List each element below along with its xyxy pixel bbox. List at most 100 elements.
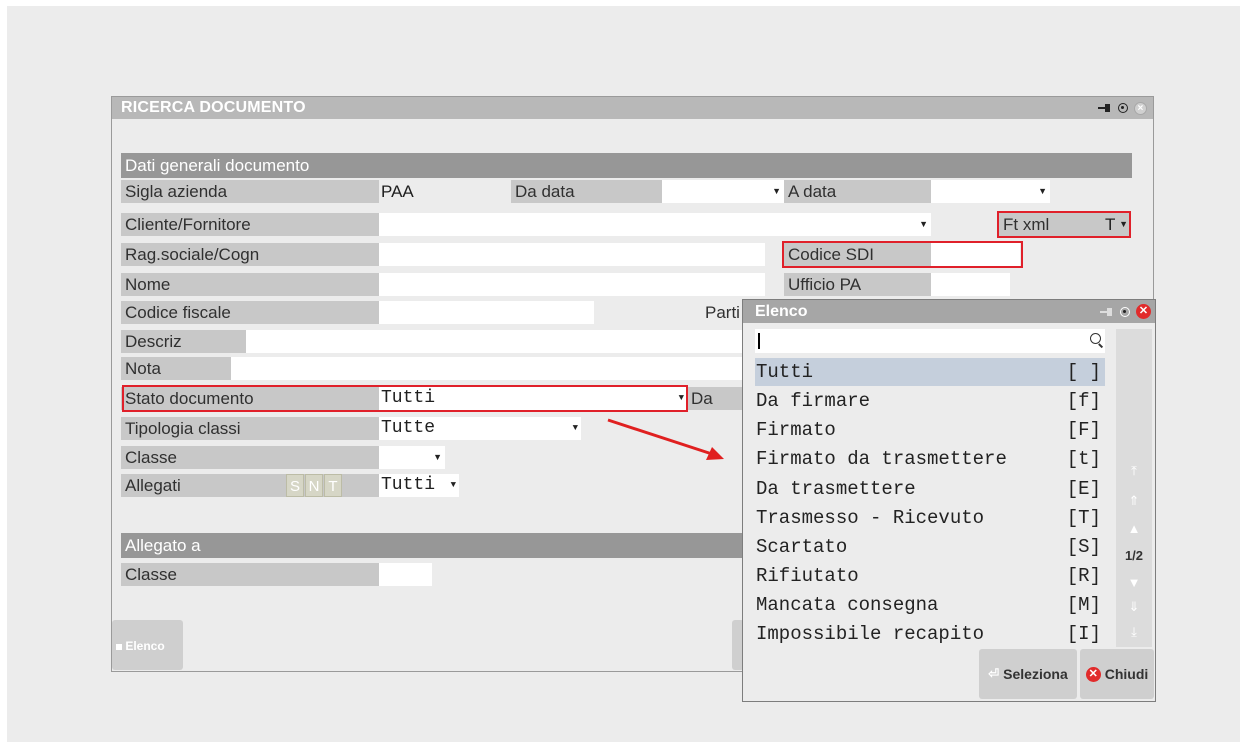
da-data-field[interactable]: ▼ — [662, 180, 784, 203]
list-item-key: [M] — [1066, 594, 1101, 616]
codice-fiscale-field[interactable] — [379, 301, 594, 324]
list-item-mancata-consegna[interactable]: Mancata consegna [M] — [755, 591, 1105, 619]
list-item-label: Tutti — [756, 361, 814, 383]
list-item-key: [T] — [1066, 507, 1101, 529]
stato-da-label: Da — [687, 387, 742, 410]
ft-xml-value: T — [1105, 215, 1116, 234]
rag-sociale-field[interactable] — [379, 243, 765, 266]
da-data-label: Da data — [511, 180, 662, 203]
list-item-da-firmare[interactable]: Da firmare [f] — [755, 387, 1105, 415]
allegato-classe-label: Classe — [121, 563, 379, 586]
pin-icon[interactable] — [1098, 104, 1112, 112]
codice-sdi-field[interactable] — [931, 243, 1020, 266]
scroll-up-icon[interactable]: ▲ — [1116, 521, 1152, 536]
cliente-fornitore-field[interactable]: ▼ — [379, 213, 931, 236]
elenco-button-label: Elenco — [125, 639, 165, 653]
allegato-classe-field[interactable] — [379, 563, 432, 586]
cliente-fornitore-label: Cliente/Fornitore — [121, 213, 379, 236]
list-item-firmato[interactable]: Firmato [F] — [755, 416, 1105, 444]
allegati-flag-s[interactable]: S — [286, 474, 304, 497]
popup-scrollbar[interactable]: ⤒ ⇑ ▲ 1/2 ▼ ⇓ ⤓ — [1116, 329, 1152, 647]
close-icon[interactable]: × — [1134, 101, 1147, 115]
tipologia-classi-select[interactable]: Tutte ▼ — [379, 417, 581, 440]
partita-iva-label: Parti — [705, 303, 740, 322]
nome-field[interactable] — [379, 273, 765, 296]
allegati-value: Tutti — [381, 475, 436, 495]
elenco-button[interactable]: Elenco — [112, 620, 183, 670]
allegati-flag-t[interactable]: T — [324, 474, 342, 497]
search-icon[interactable] — [1090, 333, 1101, 344]
sigla-azienda-field[interactable]: PAA — [379, 180, 511, 203]
page-indicator: 1/2 — [1124, 548, 1144, 563]
tipologia-classi-value: Tutte — [381, 418, 436, 438]
list-item-impossibile-recapito[interactable]: Impossibile recapito [I] — [755, 620, 1105, 648]
scroll-page-up-icon[interactable]: ⇑ — [1116, 493, 1152, 509]
pin-icon[interactable] — [1100, 307, 1114, 316]
window-title: RICERCA DOCUMENTO — [121, 99, 306, 116]
chevron-down-icon: ▼ — [433, 452, 442, 462]
chevron-down-icon: ▼ — [678, 393, 684, 403]
popup-titlebar: Elenco ✕ — [743, 300, 1155, 323]
chevron-down-icon: ▼ — [919, 219, 928, 229]
annotation-arrow — [607, 418, 724, 460]
list-item-scartato[interactable]: Scartato [S] — [755, 533, 1105, 561]
tipologia-classi-label: Tipologia classi — [121, 417, 379, 440]
list-item-label: Rifiutato — [756, 565, 859, 587]
a-data-field[interactable]: ▼ — [931, 180, 1050, 203]
classe-label: Classe — [121, 446, 379, 469]
codice-sdi-label: Codice SDI — [784, 243, 931, 266]
scroll-page-down-icon[interactable]: ⇓ — [1116, 599, 1152, 615]
list-item-da-trasmettere[interactable]: Da trasmettere [E] — [755, 475, 1105, 503]
allegati-label-text: Allegati — [125, 476, 181, 495]
scroll-down-icon[interactable]: ▼ — [1116, 575, 1152, 590]
list-item-key: [R] — [1066, 565, 1101, 587]
list-item-rifiutato[interactable]: Rifiutato [R] — [755, 562, 1105, 590]
seleziona-button[interactable]: ⏎ Seleziona — [979, 649, 1077, 699]
list-item-tutti[interactable]: Tutti [ ] — [755, 358, 1105, 386]
list-item-key: [F] — [1066, 419, 1101, 441]
allegati-select[interactable]: Tutti ▼ — [379, 474, 459, 497]
list-item-key: [E] — [1066, 478, 1101, 500]
scroll-last-page-icon[interactable]: ⤓ — [1116, 624, 1152, 640]
elenco-popup: Elenco ✕ Tutti [ ] Da firmare [f] Firmato [… — [742, 299, 1156, 702]
list-item-firmato-da-trasmettere[interactable]: Firmato da trasmettere [t] — [755, 445, 1105, 473]
scroll-first-page-icon[interactable]: ⤒ — [1116, 463, 1152, 479]
square-icon — [116, 643, 122, 650]
chevron-down-icon: ▼ — [772, 186, 781, 196]
list-item-label: Da firmare — [756, 390, 871, 412]
stato-documento-select[interactable]: Tutti ▼ — [379, 387, 687, 410]
close-icon: ✕ — [1085, 666, 1101, 682]
chevron-down-icon: ▼ — [1038, 186, 1047, 196]
classe-select[interactable]: ▼ — [379, 446, 445, 469]
ufficio-pa-field[interactable] — [931, 273, 1010, 296]
nome-label: Nome — [121, 273, 379, 296]
chevron-down-icon: ▼ — [572, 423, 578, 433]
list-item-label: Firmato da trasmettere — [756, 448, 1007, 470]
ft-xml-select[interactable]: T ▼ — [1093, 213, 1131, 236]
window-titlebar: RICERCA DOCUMENTO × — [112, 97, 1153, 119]
chiudi-button-label: Chiudi — [1104, 666, 1149, 682]
chiudi-button[interactable]: ✕ Chiudi — [1080, 649, 1154, 699]
list-item-label: Mancata consegna — [756, 594, 939, 616]
list-item-label: Da trasmettere — [756, 478, 916, 500]
a-data-label: A data — [784, 180, 931, 203]
ft-xml-label: Ft xml — [999, 213, 1093, 236]
list-item-trasmesso-ricevuto[interactable]: Trasmesso - Ricevuto [T] — [755, 504, 1105, 532]
nota-field[interactable] — [231, 357, 742, 380]
allegati-flag-n[interactable]: N — [305, 474, 323, 497]
text-cursor — [758, 333, 760, 349]
list-item-key: [S] — [1066, 536, 1101, 558]
descriz-field[interactable] — [246, 330, 742, 353]
stato-documento-value: Tutti — [381, 388, 436, 408]
radio-icon[interactable] — [1120, 306, 1130, 317]
list-item-label: Firmato — [756, 419, 836, 441]
radio-icon[interactable] — [1118, 103, 1128, 113]
close-icon[interactable]: ✕ — [1136, 304, 1151, 319]
chevron-down-icon: ▼ — [1119, 219, 1128, 229]
popup-search-input[interactable] — [755, 329, 1105, 353]
list-item-key: [ ] — [1066, 361, 1101, 383]
chevron-down-icon: ▼ — [450, 480, 456, 490]
section-header-general: Dati generali documento — [121, 153, 1132, 178]
nota-label: Nota — [121, 357, 231, 380]
list-item-label: Impossibile recapito — [756, 623, 985, 645]
